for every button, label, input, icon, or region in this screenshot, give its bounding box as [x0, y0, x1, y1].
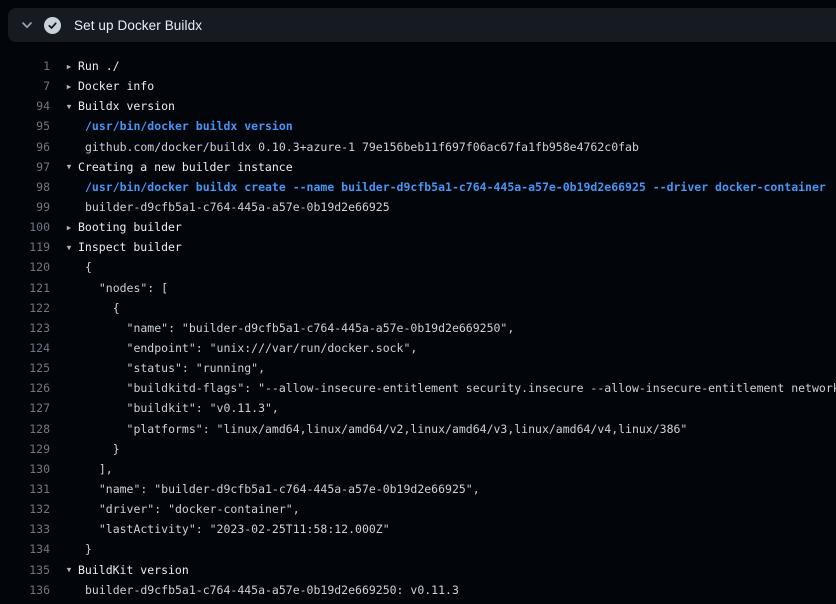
- line-number[interactable]: 97: [0, 160, 50, 174]
- line-number[interactable]: 119: [0, 240, 50, 254]
- step-title: Set up Docker Buildx: [74, 18, 202, 33]
- chevron-down-icon[interactable]: [17, 15, 37, 35]
- triangle-right-icon[interactable]: ▶: [62, 82, 76, 91]
- group-title: Docker info: [78, 79, 154, 93]
- line-number[interactable]: 132: [0, 502, 50, 516]
- log-group-row[interactable]: 135 ▼BuildKit version: [0, 560, 836, 580]
- log-line: 95/usr/bin/docker buildx version: [0, 116, 836, 136]
- output-text: "status": "running",: [85, 361, 265, 375]
- output-text: "name": "builder-d9cfb5a1-c764-445a-a57e…: [85, 482, 480, 496]
- step-header[interactable]: Set up Docker Buildx: [8, 8, 836, 42]
- command-text: /usr/bin/docker buildx version: [85, 119, 293, 133]
- triangle-right-icon[interactable]: ▶: [62, 223, 76, 232]
- group-title: Creating a new builder instance: [78, 160, 293, 174]
- log-line: 126 "buildkitd-flags": "--allow-insecure…: [0, 378, 836, 398]
- line-number[interactable]: 94: [0, 99, 50, 113]
- line-number[interactable]: 100: [0, 220, 50, 234]
- line-number[interactable]: 127: [0, 401, 50, 415]
- log-line: 136 builder-d9cfb5a1-c764-445a-a57e-0b19d…: [0, 580, 836, 600]
- output-text: }: [85, 442, 120, 456]
- line-number[interactable]: 124: [0, 341, 50, 355]
- triangle-right-icon[interactable]: ▶: [62, 62, 76, 71]
- line-number[interactable]: 98: [0, 180, 50, 194]
- log-group-row[interactable]: 97 ▼Creating a new builder instance: [0, 157, 836, 177]
- output-text: builder-d9cfb5a1-c764-445a-a57e-0b19d2e6…: [85, 583, 459, 597]
- log-line: 127 "buildkit": "v0.11.3",: [0, 398, 836, 418]
- log-group-row[interactable]: 94 ▼Buildx version: [0, 96, 836, 116]
- line-number[interactable]: 136: [0, 583, 50, 597]
- group-title: Run ./: [78, 59, 120, 73]
- log-line: 130 ],: [0, 459, 836, 479]
- check-circle-icon: [44, 17, 61, 34]
- output-text: {: [85, 260, 92, 274]
- line-number[interactable]: 123: [0, 321, 50, 335]
- log-line: 99 builder-d9cfb5a1-c764-445a-a57e-0b19d2…: [0, 197, 836, 217]
- line-number[interactable]: 121: [0, 281, 50, 295]
- log-line: 129 }: [0, 439, 836, 459]
- output-text: "buildkitd-flags": "--allow-insecure-ent…: [85, 381, 836, 395]
- group-title: BuildKit version: [78, 563, 189, 577]
- log-line: 98/usr/bin/docker buildx create --name b…: [0, 177, 836, 197]
- output-text: ],: [85, 462, 113, 476]
- line-number[interactable]: 134: [0, 542, 50, 556]
- line-number[interactable]: 133: [0, 522, 50, 536]
- output-text: "name": "builder-d9cfb5a1-c764-445a-a57e…: [85, 321, 514, 335]
- line-number[interactable]: 99: [0, 200, 50, 214]
- log-group-row[interactable]: 100 ▶Booting builder: [0, 217, 836, 237]
- output-text: builder-d9cfb5a1-c764-445a-a57e-0b19d2e6…: [85, 200, 390, 214]
- triangle-down-icon[interactable]: ▼: [62, 102, 76, 111]
- line-number[interactable]: 95: [0, 119, 50, 133]
- log-line: 122 {: [0, 298, 836, 318]
- log-line: 133 "lastActivity": "2023-02-25T11:58:12…: [0, 519, 836, 539]
- line-number[interactable]: 135: [0, 563, 50, 577]
- output-text: "driver": "docker-container",: [85, 502, 300, 516]
- log-line: 128 "platforms": "linux/amd64,linux/amd6…: [0, 419, 836, 439]
- group-title: Booting builder: [78, 220, 182, 234]
- output-text: "platforms": "linux/amd64,linux/amd64/v2…: [85, 422, 687, 436]
- line-number[interactable]: 130: [0, 462, 50, 476]
- output-text: "buildkit": "v0.11.3",: [85, 401, 279, 415]
- group-title: Inspect builder: [78, 240, 182, 254]
- log-line: 134}: [0, 539, 836, 559]
- log-line: 123 "name": "builder-d9cfb5a1-c764-445a-…: [0, 318, 836, 338]
- log-group-row[interactable]: 7 ▶Docker info: [0, 76, 836, 96]
- group-title: Buildx version: [78, 99, 175, 113]
- line-number[interactable]: 120: [0, 260, 50, 274]
- log-line: 132 "driver": "docker-container",: [0, 499, 836, 519]
- line-number[interactable]: 129: [0, 442, 50, 456]
- line-number[interactable]: 7: [0, 79, 50, 93]
- line-number[interactable]: 122: [0, 301, 50, 315]
- output-text: "lastActivity": "2023-02-25T11:58:12.000…: [85, 522, 390, 536]
- log-line: 121 "nodes": [: [0, 278, 836, 298]
- triangle-down-icon[interactable]: ▼: [62, 162, 76, 171]
- log-line: 124 "endpoint": "unix:///var/run/docker.…: [0, 338, 836, 358]
- log-line: 96 github.com/docker/buildx 0.10.3+azure-…: [0, 137, 836, 157]
- line-number[interactable]: 126: [0, 381, 50, 395]
- line-number[interactable]: 125: [0, 361, 50, 375]
- output-text: github.com/docker/buildx 0.10.3+azure-1 …: [85, 140, 639, 154]
- log-group-row[interactable]: 119 ▼Inspect builder: [0, 237, 836, 257]
- line-number[interactable]: 1: [0, 59, 50, 73]
- output-text: "nodes": [: [85, 281, 168, 295]
- line-number[interactable]: 131: [0, 482, 50, 496]
- log-line: 131 "name": "builder-d9cfb5a1-c764-445a-…: [0, 479, 836, 499]
- command-text: /usr/bin/docker buildx create --name bui…: [85, 180, 826, 194]
- line-number[interactable]: 128: [0, 422, 50, 436]
- output-text: }: [85, 542, 92, 556]
- log-line: 120 {: [0, 257, 836, 277]
- log-line: 125 "status": "running",: [0, 358, 836, 378]
- triangle-down-icon[interactable]: ▼: [62, 565, 76, 574]
- log-group-row[interactable]: 1 ▶Run ./: [0, 56, 836, 76]
- output-text: "endpoint": "unix:///var/run/docker.sock…: [85, 341, 417, 355]
- triangle-down-icon[interactable]: ▼: [62, 243, 76, 252]
- line-number[interactable]: 96: [0, 140, 50, 154]
- output-text: {: [85, 301, 120, 315]
- log-lines: 1▶Run ./7▶Docker info94▼Buildx version95…: [0, 56, 836, 600]
